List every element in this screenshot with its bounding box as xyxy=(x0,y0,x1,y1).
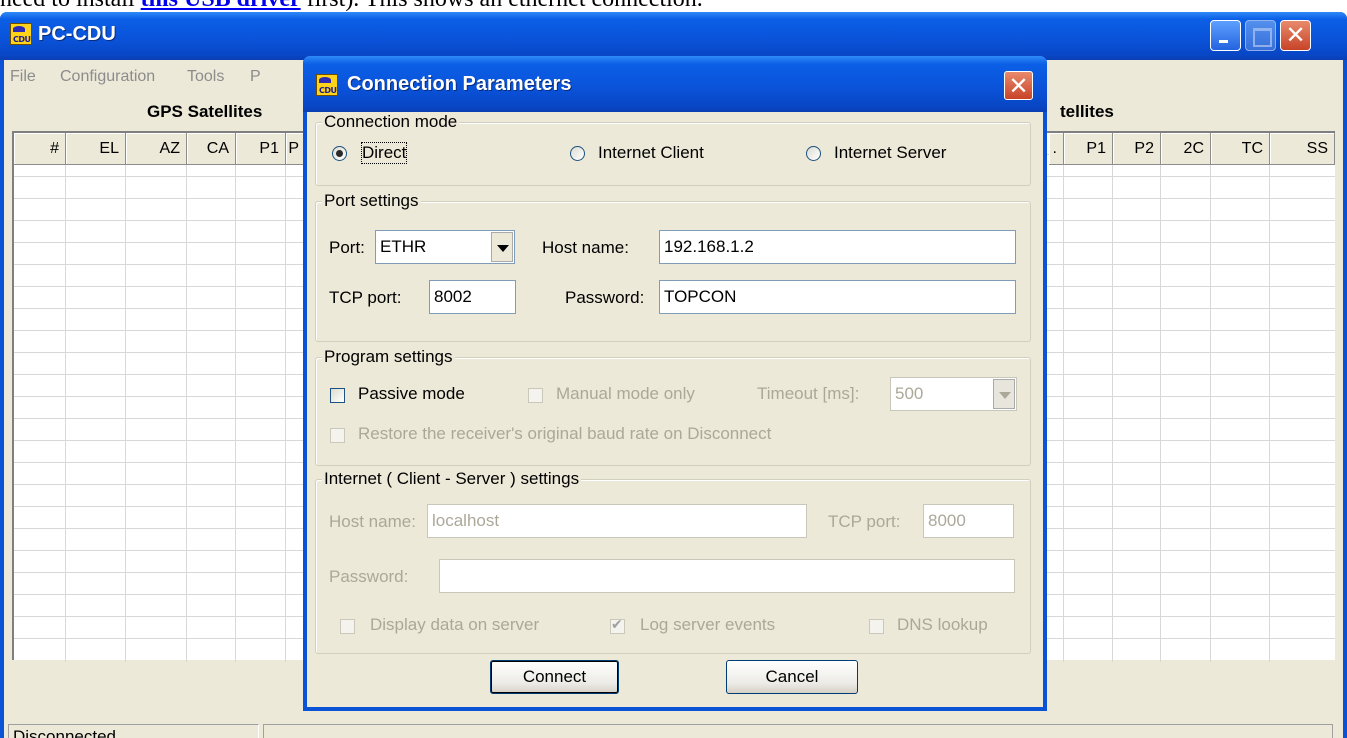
grid-line xyxy=(235,165,236,662)
host-name-label: Host name: xyxy=(542,238,629,257)
col-header-tc[interactable]: TC xyxy=(1211,133,1270,165)
grid-line xyxy=(65,165,66,662)
gps-satellites-header: GPS Satellites xyxy=(147,102,263,121)
internet-settings-label: Internet ( Client - Server ) settings xyxy=(322,469,582,489)
inet-password-input xyxy=(439,559,1015,593)
cancel-button[interactable]: Cancel xyxy=(726,660,858,694)
display-data-checkbox xyxy=(340,619,355,634)
restore-baud-checkbox xyxy=(330,428,345,443)
internet-server-label[interactable]: Internet Server xyxy=(834,143,946,163)
grid-line xyxy=(1112,165,1113,662)
port-settings-label: Port settings xyxy=(322,191,421,211)
usb-driver-link[interactable]: this USB driver xyxy=(141,0,301,12)
port-combobox[interactable]: ETHR xyxy=(375,230,515,264)
dialog-title: Connection Parameters xyxy=(347,73,572,95)
menu-tools[interactable]: Tools xyxy=(187,68,224,86)
host-name-input[interactable]: 192.168.1.2 xyxy=(659,230,1016,264)
connection-status: Disconnected xyxy=(8,724,259,738)
manual-mode-label: Manual mode only xyxy=(556,384,695,403)
manual-mode-checkbox xyxy=(528,388,543,403)
dns-lookup-checkbox xyxy=(869,619,884,634)
password-input[interactable]: TOPCON xyxy=(659,280,1016,314)
grid-line xyxy=(1269,165,1270,662)
connection-mode-label: Connection mode xyxy=(322,112,460,132)
connection-parameters-dialog: CDU Connection Parameters ✕ Connection m… xyxy=(303,56,1047,711)
col-header-p2[interactable]: P2 xyxy=(1113,133,1161,165)
tcp-port-input[interactable]: 8002 xyxy=(429,280,516,314)
dialog-app-icon: CDU xyxy=(316,74,338,96)
dialog-close-button[interactable]: ✕ xyxy=(1004,71,1033,100)
status-bar: Disconnected xyxy=(4,724,1343,738)
port-label: Port: xyxy=(329,238,365,257)
close-button[interactable]: ✕ xyxy=(1280,20,1311,51)
passive-mode-checkbox[interactable] xyxy=(330,388,345,403)
grid-line xyxy=(1063,165,1064,662)
satellites-header-right: tellites xyxy=(1060,102,1114,121)
display-data-label: Display data on server xyxy=(370,615,540,634)
col-header-p1-right[interactable]: P1 xyxy=(1064,133,1113,165)
col-header-num[interactable]: # xyxy=(14,133,66,165)
tcp-port-label: TCP port: xyxy=(329,288,402,307)
port-value: ETHR xyxy=(380,237,427,256)
port-settings-group: Port settings Port: ETHR Host name: 192.… xyxy=(315,191,1031,342)
col-header-p1[interactable]: P1 xyxy=(236,133,286,165)
inet-password-label: Password: xyxy=(329,567,409,586)
chevron-down-icon xyxy=(993,379,1015,409)
direct-label[interactable]: Direct xyxy=(360,142,408,164)
minimize-button[interactable] xyxy=(1210,20,1241,51)
doc-text-suffix: first). This shows an ethernet connectio… xyxy=(301,0,703,12)
timeout-combobox: 500 xyxy=(890,377,1017,411)
internet-server-radio[interactable] xyxy=(806,146,821,161)
grid-line xyxy=(125,165,126,662)
log-events-label: Log server events xyxy=(640,615,776,634)
internet-client-radio[interactable] xyxy=(570,146,585,161)
dialog-title-bar[interactable]: CDU Connection Parameters ✕ xyxy=(303,56,1047,112)
close-icon: ✕ xyxy=(1285,21,1306,49)
connect-button[interactable]: Connect xyxy=(490,660,619,694)
internet-client-label[interactable]: Internet Client xyxy=(598,143,704,163)
connection-mode-group: Connection mode Direct Internet Client I… xyxy=(315,112,1031,186)
inet-host-name-input: localhost xyxy=(427,504,807,538)
timeout-label: Timeout [ms]: xyxy=(757,384,860,403)
timeout-value: 500 xyxy=(895,384,924,403)
program-settings-label: Program settings xyxy=(322,347,455,367)
col-header-el[interactable]: EL xyxy=(66,133,126,165)
dns-lookup-label: DNS lookup xyxy=(897,615,988,634)
password-label: Password: xyxy=(565,288,645,307)
menu-configuration[interactable]: Configuration xyxy=(60,68,155,86)
inet-host-name-label: Host name: xyxy=(329,512,416,531)
inet-tcp-port-input: 8000 xyxy=(923,504,1014,538)
direct-radio[interactable] xyxy=(332,146,347,161)
app-icon: CDU xyxy=(10,23,32,45)
dialog-body: Connection mode Direct Internet Client I… xyxy=(307,112,1043,707)
close-icon: ✕ xyxy=(1008,72,1029,100)
grid-line xyxy=(1210,165,1211,662)
grid-line xyxy=(285,165,286,662)
inet-tcp-port-label: TCP port: xyxy=(828,512,901,531)
menu-p[interactable]: P xyxy=(250,68,261,86)
window-title: PC-CDU xyxy=(38,23,116,45)
internet-settings-group: Internet ( Client - Server ) settings Ho… xyxy=(315,469,1031,654)
col-header-az[interactable]: AZ xyxy=(126,133,187,165)
col-header-2c[interactable]: 2C xyxy=(1161,133,1211,165)
document-text-line: need to install this USB driver first). … xyxy=(0,0,1347,12)
menu-file[interactable]: File xyxy=(10,68,36,86)
restore-baud-label: Restore the receiver's original baud rat… xyxy=(358,424,772,443)
grid-line xyxy=(1160,165,1161,662)
passive-mode-label[interactable]: Passive mode xyxy=(358,384,465,404)
chevron-down-icon[interactable] xyxy=(491,232,513,262)
col-header-ss[interactable]: SS xyxy=(1270,133,1335,165)
main-title-bar[interactable]: CDU PC-CDU ✕ xyxy=(0,12,1347,60)
maximize-button xyxy=(1245,20,1276,51)
grid-line xyxy=(186,165,187,662)
program-settings-group: Program settings Passive mode Manual mod… xyxy=(315,347,1031,466)
status-panel xyxy=(263,724,1333,738)
col-header-clipped-right[interactable]: . xyxy=(1049,133,1064,165)
log-events-checkbox xyxy=(610,617,625,634)
col-header-ca[interactable]: CA xyxy=(187,133,236,165)
doc-text-prefix: need to install xyxy=(0,0,141,12)
